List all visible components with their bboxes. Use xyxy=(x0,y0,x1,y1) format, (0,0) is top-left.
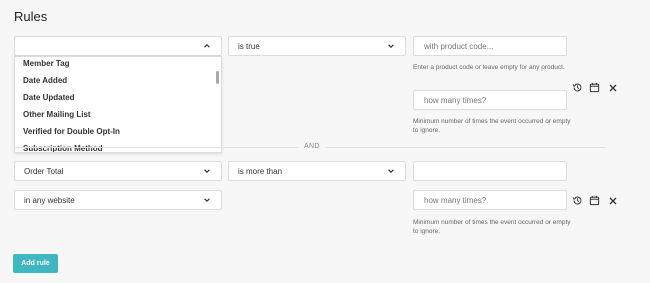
rule1-times-placeholder: how many times? xyxy=(424,95,487,105)
chevron-up-icon xyxy=(202,41,212,51)
dropdown-option-other-mailing-list[interactable]: Other Mailing List xyxy=(15,106,221,123)
history-icon[interactable] xyxy=(572,82,583,93)
rule2-condition-value: is more than xyxy=(238,166,283,176)
chevron-down-icon xyxy=(386,166,396,176)
and-separator-label: AND xyxy=(298,143,326,150)
rule2-field-value: Order Total xyxy=(24,166,64,176)
rule1-product-help: Enter a product code or leave empty for … xyxy=(413,64,565,71)
dropdown-option-date-added[interactable]: Date Added xyxy=(15,72,221,89)
rule2-condition-select[interactable]: is more than xyxy=(228,161,406,181)
calendar-icon[interactable] xyxy=(589,82,600,93)
rule2-value-input[interactable] xyxy=(413,161,567,181)
rule1-product-code-placeholder: with product code... xyxy=(424,41,494,51)
dropdown-scrollbar[interactable] xyxy=(216,71,219,84)
dropdown-option-date-updated[interactable]: Date Updated xyxy=(15,89,221,106)
rule1-times-input[interactable]: how many times? xyxy=(413,90,567,110)
dropdown-option-member-tag[interactable]: Member Tag xyxy=(15,57,221,72)
history-icon[interactable] xyxy=(572,195,583,206)
rule2-field-select[interactable]: Order Total xyxy=(14,161,222,181)
rule1-field-select[interactable] xyxy=(14,36,222,56)
rule1-times-help: Minimum number of times the event occurr… xyxy=(413,118,571,134)
rule1-field-dropdown[interactable]: Member Tag Date Added Date Updated Other… xyxy=(14,56,222,153)
rule2-times-placeholder: how many times? xyxy=(424,195,487,205)
rule2-times-input[interactable]: how many times? xyxy=(413,190,567,210)
calendar-icon[interactable] xyxy=(589,195,600,206)
rule2-website-select[interactable]: in any website xyxy=(14,190,222,210)
rule2-website-value: in any website xyxy=(24,195,75,205)
dropdown-option-verified-double-optin[interactable]: Verified for Double Opt-In xyxy=(15,123,221,140)
chevron-down-icon xyxy=(202,195,212,205)
chevron-down-icon xyxy=(202,166,212,176)
page-title: Rules xyxy=(14,9,48,24)
add-rule-button[interactable]: Add rule xyxy=(13,254,58,273)
rule2-times-help: Minimum number of times the event occurr… xyxy=(413,219,571,235)
rule1-condition-select[interactable]: is true xyxy=(228,36,406,56)
rule1-condition-value: is true xyxy=(238,41,260,51)
close-icon[interactable] xyxy=(607,82,618,93)
chevron-down-icon xyxy=(386,41,396,51)
rule1-product-code-input[interactable]: with product code... xyxy=(413,36,567,56)
close-icon[interactable] xyxy=(607,195,618,206)
